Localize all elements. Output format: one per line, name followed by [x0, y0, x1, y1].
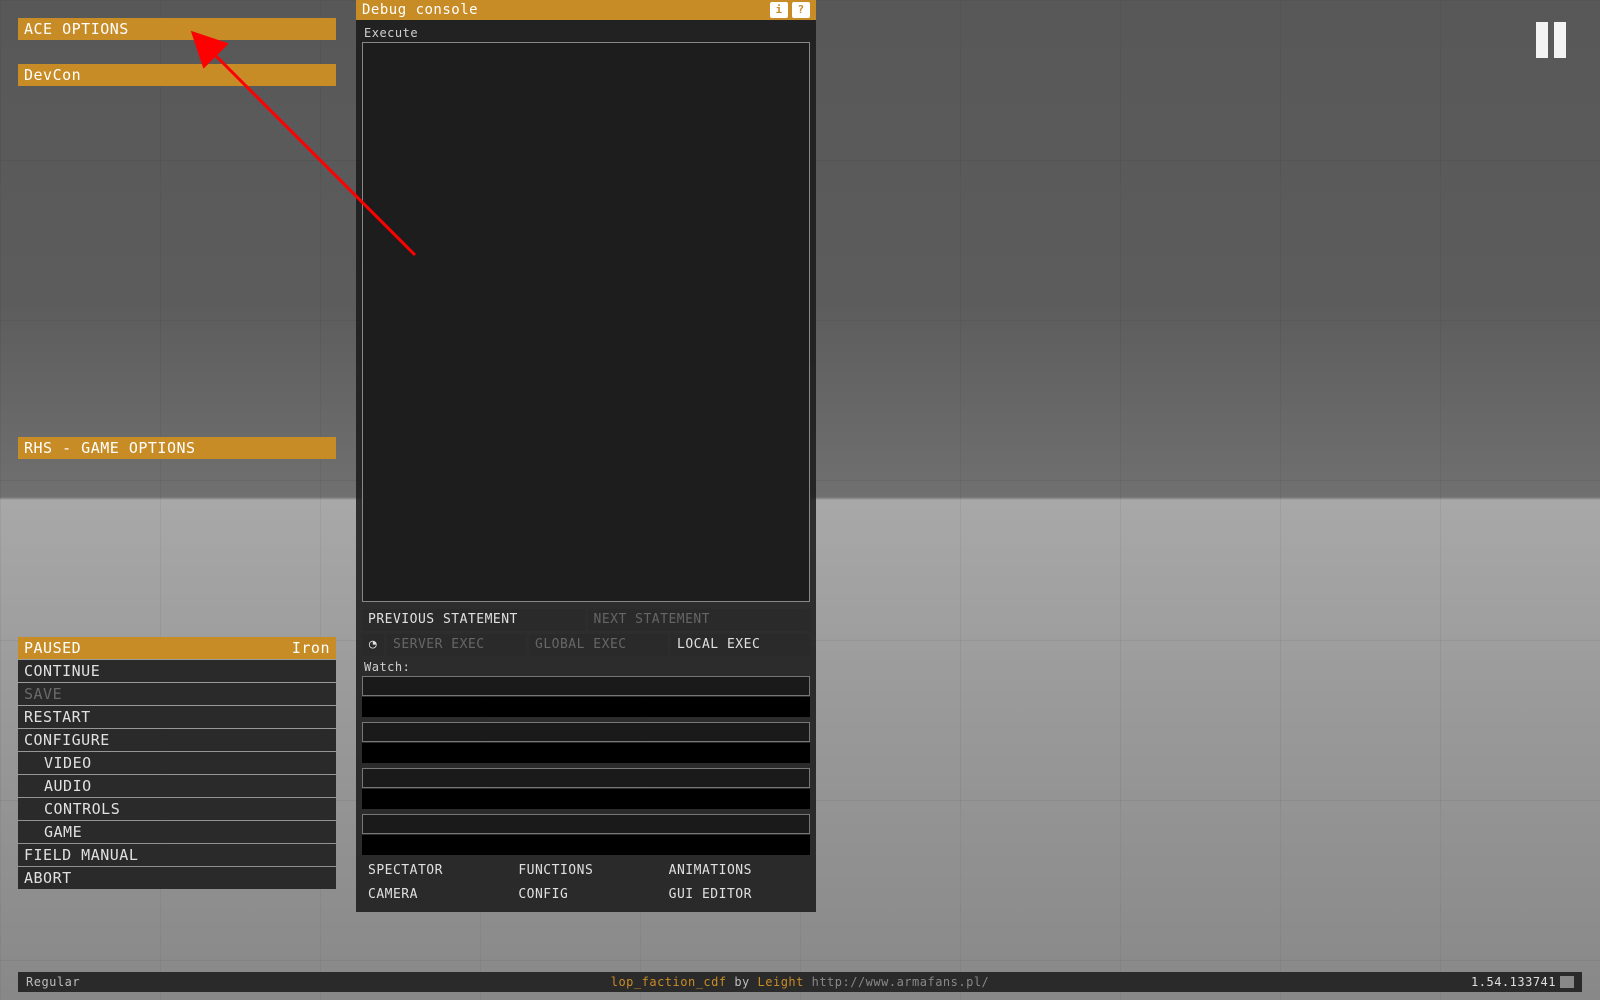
- watch-input-4[interactable]: [362, 814, 810, 834]
- rhs-options-button[interactable]: RHS - GAME OPTIONS: [18, 437, 336, 459]
- save-button: SAVE: [18, 683, 336, 705]
- performance-icon[interactable]: ◔: [362, 634, 384, 656]
- restart-button[interactable]: RESTART: [18, 706, 336, 728]
- debug-title-bar: Debug console i ?: [356, 0, 816, 20]
- paused-header: PAUSED Iron: [18, 637, 336, 659]
- watch-output-1: [362, 697, 810, 717]
- difficulty-label: Iron: [292, 637, 330, 659]
- devcon-button[interactable]: DevCon: [18, 64, 336, 86]
- local-exec-button[interactable]: LOCAL EXEC: [671, 634, 810, 656]
- paused-label: PAUSED: [24, 637, 81, 659]
- configure-button[interactable]: CONFIGURE: [18, 729, 336, 751]
- gui-editor-button[interactable]: GUI EDITOR: [663, 884, 810, 906]
- video-button[interactable]: VIDEO: [18, 752, 336, 774]
- author-link[interactable]: http://www.armafans.pl/: [812, 975, 990, 989]
- controls-button[interactable]: CONTROLS: [18, 798, 336, 820]
- info-icon[interactable]: i: [770, 2, 788, 18]
- debug-title-label: Debug console: [362, 0, 478, 20]
- debug-console: Debug console i ? Execute PREVIOUS STATE…: [356, 0, 816, 912]
- server-exec-button: SERVER EXEC: [387, 634, 526, 656]
- execute-input[interactable]: [362, 42, 810, 602]
- spacer: [18, 42, 336, 62]
- bottom-left-label: Regular: [26, 975, 80, 989]
- audio-button[interactable]: AUDIO: [18, 775, 336, 797]
- functions-button[interactable]: FUNCTIONS: [512, 860, 659, 882]
- mission-name: lop_faction_cdf: [611, 975, 727, 989]
- execute-label: Execute: [364, 26, 810, 40]
- animations-button[interactable]: ANIMATIONS: [663, 860, 810, 882]
- field-manual-button[interactable]: FIELD MANUAL: [18, 844, 336, 866]
- global-exec-button: GLOBAL EXEC: [529, 634, 668, 656]
- help-icon[interactable]: ?: [792, 2, 810, 18]
- watch-input-3[interactable]: [362, 768, 810, 788]
- battleye-icon: [1560, 976, 1574, 988]
- watch-input-1[interactable]: [362, 676, 810, 696]
- watch-output-2: [362, 743, 810, 763]
- pause-icon: [1536, 22, 1566, 58]
- continue-button[interactable]: CONTINUE: [18, 660, 336, 682]
- abort-button[interactable]: ABORT: [18, 867, 336, 889]
- version-label: 1.54.133741: [1471, 975, 1556, 989]
- watch-input-2[interactable]: [362, 722, 810, 742]
- next-statement-button: NEXT STATEMENT: [588, 609, 811, 631]
- ace-options-button[interactable]: ACE OPTIONS: [18, 18, 336, 40]
- bottom-center: lop_faction_cdf by Leight http://www.arm…: [18, 975, 1582, 989]
- watch-label: Watch:: [364, 660, 810, 674]
- watch-output-3: [362, 789, 810, 809]
- spectator-button[interactable]: SPECTATOR: [362, 860, 509, 882]
- watch-output-4: [362, 835, 810, 855]
- author-name: Leight: [758, 975, 804, 989]
- game-button[interactable]: GAME: [18, 821, 336, 843]
- bottom-bar: Regular lop_faction_cdf by Leight http:/…: [18, 972, 1582, 992]
- camera-button[interactable]: CAMERA: [362, 884, 509, 906]
- previous-statement-button[interactable]: PREVIOUS STATEMENT: [362, 609, 585, 631]
- config-button[interactable]: CONFIG: [512, 884, 659, 906]
